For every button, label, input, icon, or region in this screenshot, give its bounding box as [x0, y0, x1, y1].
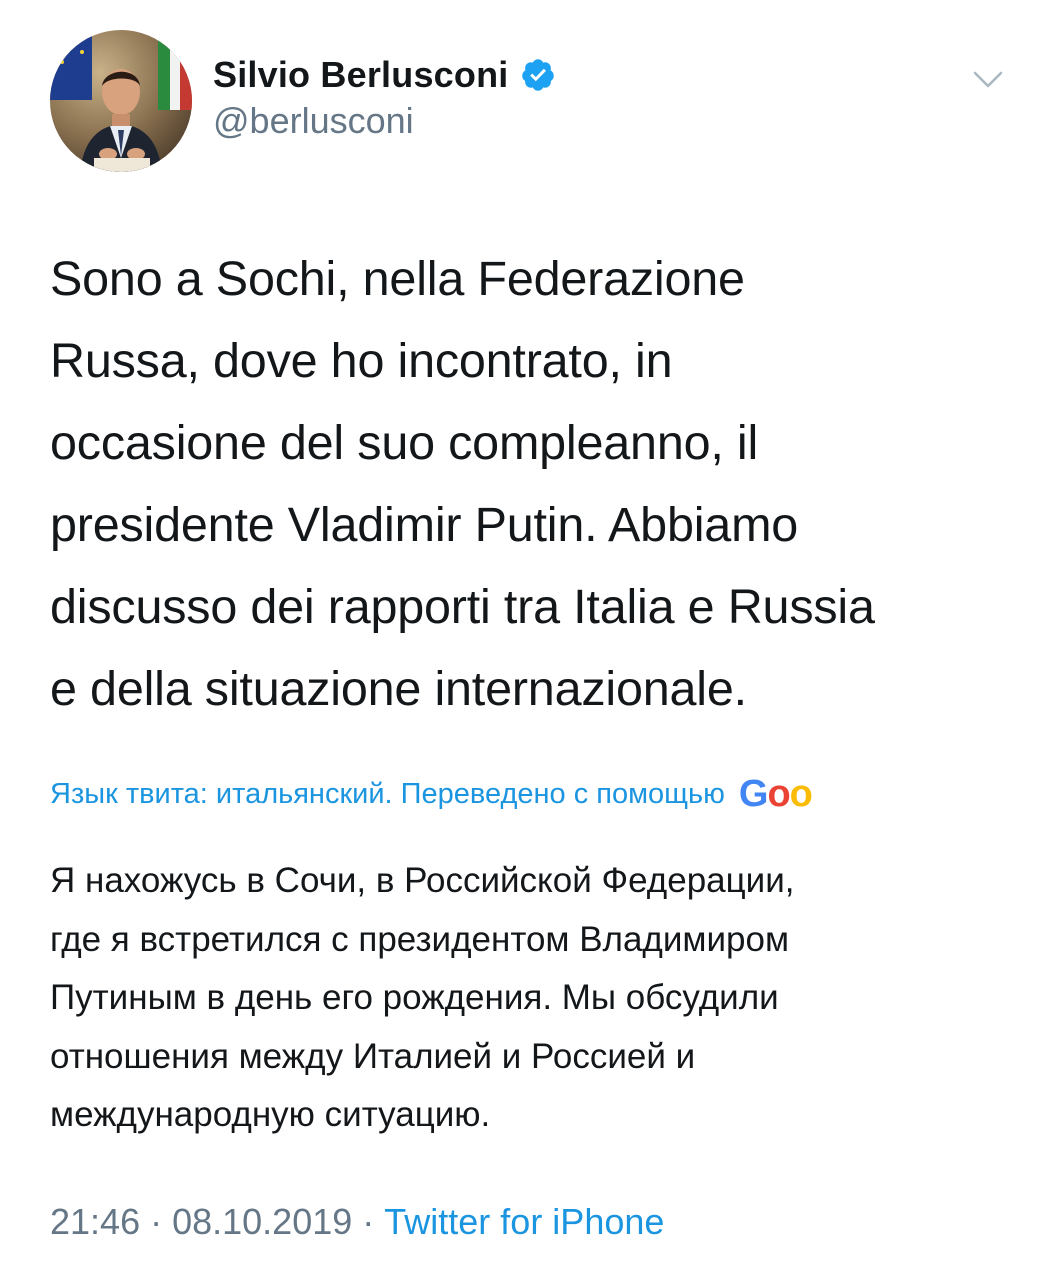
tweet-date[interactable]: 08.10.2019: [172, 1201, 352, 1243]
author-name-row[interactable]: Silvio Berlusconi: [213, 50, 556, 100]
profile-photo: [50, 30, 192, 172]
google-logo: Goo: [738, 772, 813, 815]
author-handle[interactable]: @berlusconi: [213, 100, 414, 142]
chevron-down-icon[interactable]: [970, 64, 1006, 94]
tweet-time[interactable]: 21:46: [50, 1201, 140, 1243]
avatar[interactable]: [50, 30, 192, 172]
tweet-text: Sono a Sochi, nella Federazione Russa, d…: [50, 252, 875, 716]
translation-label[interactable]: Язык твита: итальянский. Переведено с по…: [50, 778, 725, 811]
tweet-meta: 21:46 · 08.10.2019 · Twitter for iPhone: [50, 1196, 664, 1248]
meta-separator: ·: [362, 1201, 375, 1242]
verified-badge-icon: [520, 57, 556, 93]
display-name[interactable]: Silvio Berlusconi: [213, 54, 508, 96]
translated-text: Я нахожусь в Сочи, в Российской Федераци…: [50, 861, 795, 1134]
tweet: Silvio Berlusconi @berlusconi Sono a Soc…: [0, 0, 1050, 1280]
meta-separator: ·: [150, 1201, 163, 1242]
tweet-source-link[interactable]: Twitter for iPhone: [384, 1201, 664, 1243]
translation-attribution: Язык твита: итальянский. Переведено с по…: [50, 770, 1010, 818]
